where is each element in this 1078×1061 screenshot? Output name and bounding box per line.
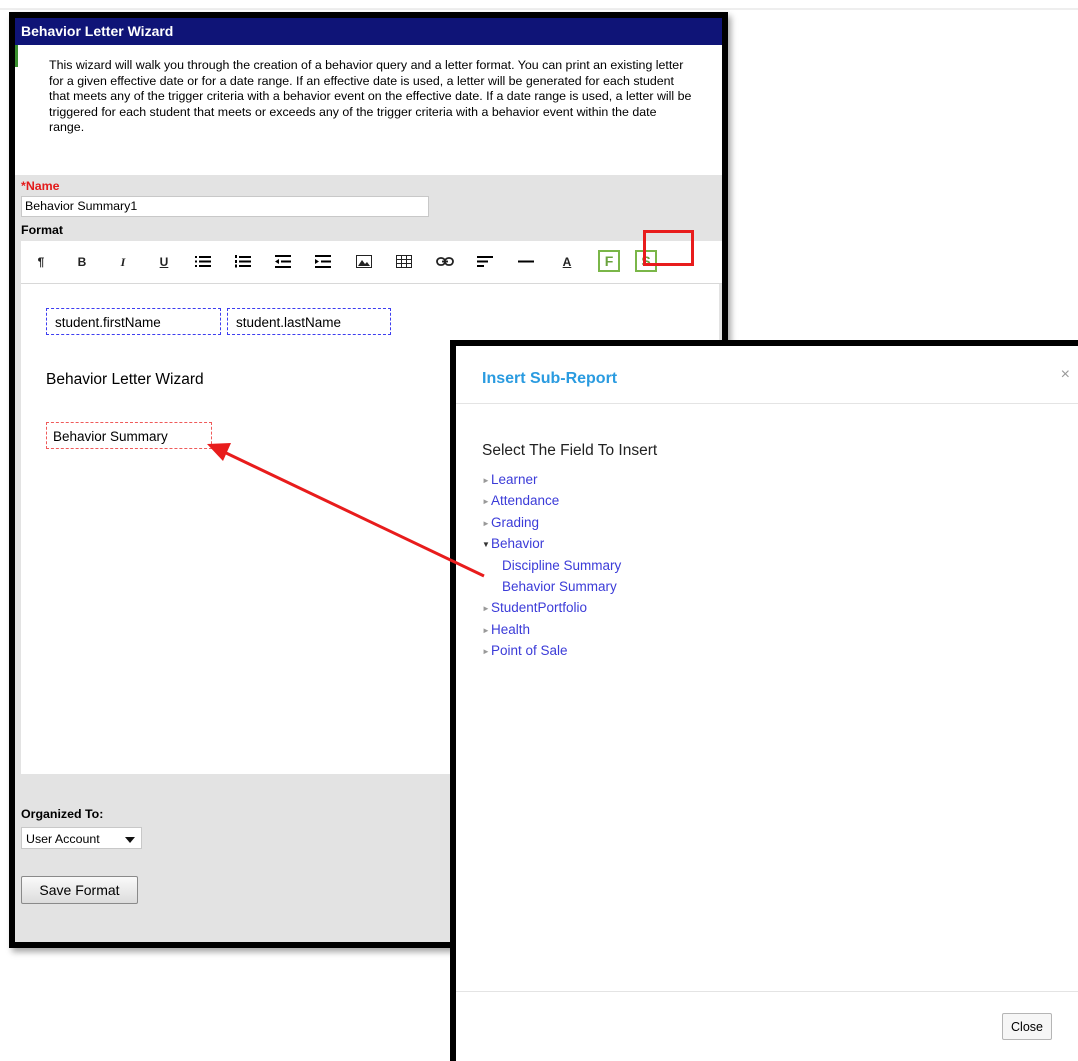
link-icon [436,257,454,266]
subreport-button-highlight [643,230,694,266]
dialog-footer-divider [456,991,1078,992]
top-border-line [0,8,1078,10]
organized-to-select[interactable]: User Account [21,827,142,849]
dialog-close-icon[interactable]: × [1061,366,1070,384]
tree-item-behavior[interactable]: ▼Behavior [482,533,621,554]
font-color-button[interactable]: A [555,252,579,272]
insert-image-button[interactable] [352,252,376,272]
wizard-intro-text: This wizard will walk you through the cr… [15,45,722,175]
align-button[interactable] [473,252,497,272]
align-left-icon [477,256,493,267]
dialog-close-button[interactable]: Close [1002,1013,1052,1040]
horizontal-rule-button[interactable] [514,252,538,272]
underline-button[interactable]: U [152,252,176,272]
bulleted-list-icon [195,256,211,267]
subreport-tree: ►Learner ►Attendance ►Grading ▼ Behavior … [482,469,621,662]
collapsed-arrow-icon: ► [482,476,490,485]
bold-button[interactable]: B [70,252,94,272]
insert-subreport-dialog: Insert Sub-Report × Select The Field To … [450,340,1078,1061]
dialog-header-divider [456,403,1078,404]
name-input[interactable] [21,196,429,217]
indent-icon [315,255,331,268]
tree-item-grading[interactable]: ►Grading [482,512,621,533]
collapsed-arrow-icon: ► [482,647,490,657]
insert-table-button[interactable] [392,252,416,272]
tree-item-health[interactable]: ►Health [482,619,621,640]
horizontal-rule-icon [518,260,534,263]
expanded-arrow-icon: ▼ [482,540,490,550]
numbered-list-button[interactable] [231,252,255,272]
dropdown-caret-icon [125,837,135,843]
collapsed-arrow-icon: ► [482,518,490,528]
select-field-heading: Select The Field To Insert [482,442,658,459]
insert-field-button[interactable]: F [598,250,620,272]
tree-item-student-portfolio[interactable]: ►StudentPortfolio [482,597,621,618]
collapsed-arrow-icon: ► [482,497,490,507]
numbered-list-icon [235,255,251,268]
outdent-button[interactable] [271,252,295,272]
organized-to-label: Organized To: [21,807,104,821]
indent-button[interactable] [311,252,335,272]
name-label: *Name [21,179,60,193]
image-icon [356,255,372,268]
first-name-field-tag[interactable]: student.firstName [46,308,221,335]
last-name-field-tag[interactable]: student.lastName [227,308,391,335]
behavior-summary-subreport-tag[interactable]: Behavior Summary [46,422,212,449]
wizard-accent-bar [15,45,18,67]
insert-link-button[interactable] [433,252,457,272]
tree-item-attendance[interactable]: ►Attendance [482,490,621,511]
wizard-title: Behavior Letter Wizard [15,18,722,45]
collapsed-arrow-icon: ► [482,625,490,635]
paragraph-button[interactable]: ¶ [29,252,53,272]
tree-item-behavior-summary[interactable]: Behavior Summary [482,576,621,597]
tree-item-point-of-sale[interactable]: ►Point of Sale [482,640,621,661]
format-toolbar: ¶ B I U A F S [21,241,722,284]
dialog-title: Insert Sub-Report [482,370,618,387]
format-label: Format [21,223,63,237]
letter-heading: Behavior Letter Wizard [46,371,204,388]
table-icon [396,255,412,268]
italic-button[interactable]: I [111,252,135,272]
save-format-button[interactable]: Save Format [21,876,138,904]
tree-item-learner[interactable]: ►Learner [482,469,621,490]
organized-to-value: User Account [26,832,100,846]
collapsed-arrow-icon: ► [482,604,490,614]
bulleted-list-button[interactable] [191,252,215,272]
tree-item-discipline-summary[interactable]: Discipline Summary [482,555,621,576]
outdent-icon [275,255,291,268]
